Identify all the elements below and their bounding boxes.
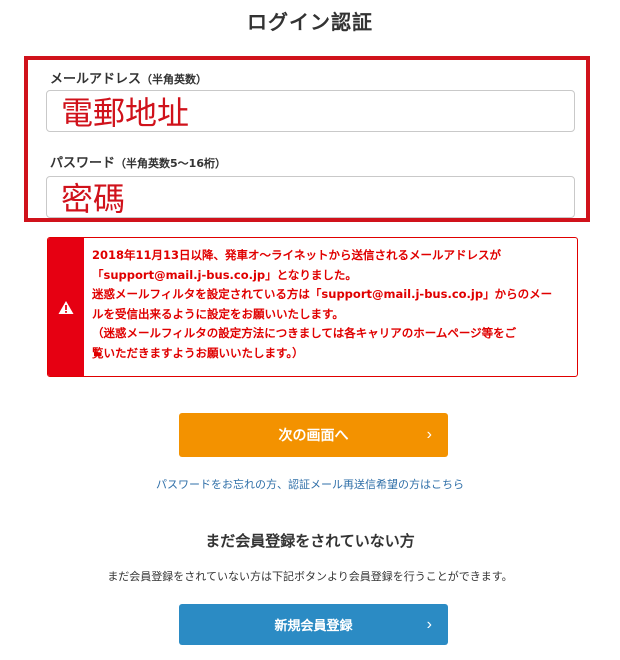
notice-sidebar — [48, 238, 84, 376]
register-description: まだ会員登録をされていない方は下記ボタンより会員登録を行うことができます。 — [107, 570, 513, 583]
email-label-text: メールアドレス — [50, 72, 142, 87]
notice-line-3: 迷惑メールフィルタを設定されている方は「support@mail.j-bus.c… — [92, 287, 553, 301]
login-form-highlight: メールアドレス（半角英数） パスワード（半角英数5〜16桁） — [24, 56, 590, 222]
notice-line-6: 覧いただきますようお願いいたします。） — [92, 345, 304, 360]
register-button-label: 新規会員登録 — [274, 618, 353, 633]
page-title: ログイン認証 — [247, 10, 373, 34]
notice-line-4: ルを受信出来るように設定をお願いいたします。 — [92, 306, 344, 321]
password-label: パスワード（半角英数5〜16桁） — [50, 152, 226, 171]
notice-line-1: 2018年11月13日以降、発車オ～ライネットから送信されるメールアドレスが — [92, 248, 502, 262]
email-change-notice: 2018年11月13日以降、発車オ～ライネットから送信されるメールアドレスが 「… — [47, 237, 578, 377]
password-label-note: （半角英数5〜16桁） — [115, 157, 226, 170]
notice-text: 2018年11月13日以降、発車オ～ライネットから送信されるメールアドレスが 「… — [84, 238, 560, 376]
chevron-right-icon: › — [426, 615, 432, 633]
password-label-text: パスワード — [50, 156, 116, 171]
notice-line-5: （迷惑メールフィルタの設定方法につきましては各キャリアのホームページ等をご — [92, 326, 517, 340]
warning-icon — [58, 300, 74, 314]
next-screen-button[interactable]: 次の画面へ › — [179, 413, 448, 457]
email-field[interactable] — [46, 90, 575, 132]
forgot-password-link[interactable]: パスワードをお忘れの方、認証メール再送信希望の方はこちら — [0, 476, 620, 492]
next-screen-label: 次の画面へ — [278, 427, 349, 443]
notice-line-2: 「support@mail.j-bus.co.jp」となりました。 — [92, 267, 357, 282]
email-label: メールアドレス（半角英数） — [50, 68, 207, 87]
password-field[interactable] — [46, 176, 575, 218]
email-label-note: （半角英数） — [141, 73, 208, 86]
register-heading: まだ会員登録をされていない方 — [205, 532, 415, 550]
chevron-right-icon: › — [426, 426, 432, 443]
register-button[interactable]: 新規会員登録 › — [179, 604, 448, 645]
